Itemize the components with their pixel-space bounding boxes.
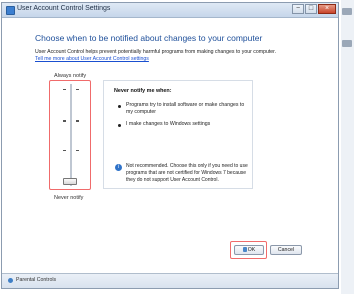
maximize-button[interactable]: □ bbox=[305, 4, 317, 14]
bullet-item: Programs try to install software or make… bbox=[126, 102, 245, 115]
learn-more-link[interactable]: Tell me more about User Account Control … bbox=[35, 56, 149, 62]
slider-tick bbox=[76, 150, 79, 151]
ok-label: OK bbox=[247, 247, 256, 253]
cancel-button[interactable]: Cancel bbox=[270, 245, 302, 255]
title-bar: User Account Control Settings − □ × bbox=[2, 3, 338, 18]
slider-tick bbox=[76, 89, 79, 90]
uac-shield-icon bbox=[6, 6, 15, 15]
setting-description-panel: Never notify me when: Programs try to in… bbox=[103, 80, 253, 189]
status-text[interactable]: Parental Controls bbox=[16, 277, 56, 283]
slider-tick bbox=[63, 150, 66, 151]
slider-top-label: Always notify bbox=[54, 73, 87, 79]
shield-icon bbox=[242, 247, 247, 252]
intro-text: User Account Control helps prevent poten… bbox=[35, 49, 277, 55]
warning-text: Not recommended. Choose this only if you… bbox=[126, 163, 248, 183]
parental-controls-icon bbox=[8, 278, 13, 283]
background-window-tab bbox=[342, 40, 352, 47]
slider-bottom-label: Never notify bbox=[54, 195, 84, 201]
bullet-dot bbox=[118, 124, 121, 127]
status-bar: Parental Controls bbox=[2, 273, 338, 288]
bullet-dot bbox=[118, 105, 121, 108]
info-icon: i bbox=[115, 164, 122, 171]
page-heading: Choose when to be notified about changes… bbox=[35, 33, 263, 43]
uac-settings-window: User Account Control Settings − □ × Choo… bbox=[1, 2, 339, 289]
minimize-button[interactable]: − bbox=[292, 4, 304, 14]
bullet-item: I make changes to Windows settings bbox=[126, 121, 211, 127]
slider-tick bbox=[63, 89, 66, 90]
window-controls: − □ × bbox=[292, 4, 336, 14]
window-title: User Account Control Settings bbox=[17, 5, 111, 12]
notification-slider-track[interactable] bbox=[70, 84, 72, 186]
slider-thumb[interactable] bbox=[63, 178, 77, 185]
background-window-tab bbox=[342, 8, 352, 15]
slider-tick bbox=[63, 120, 66, 122]
slider-tick bbox=[76, 120, 79, 122]
ok-button[interactable]: OK bbox=[234, 245, 264, 255]
description-title: Never notify me when: bbox=[114, 88, 172, 94]
close-button[interactable]: × bbox=[318, 4, 336, 14]
